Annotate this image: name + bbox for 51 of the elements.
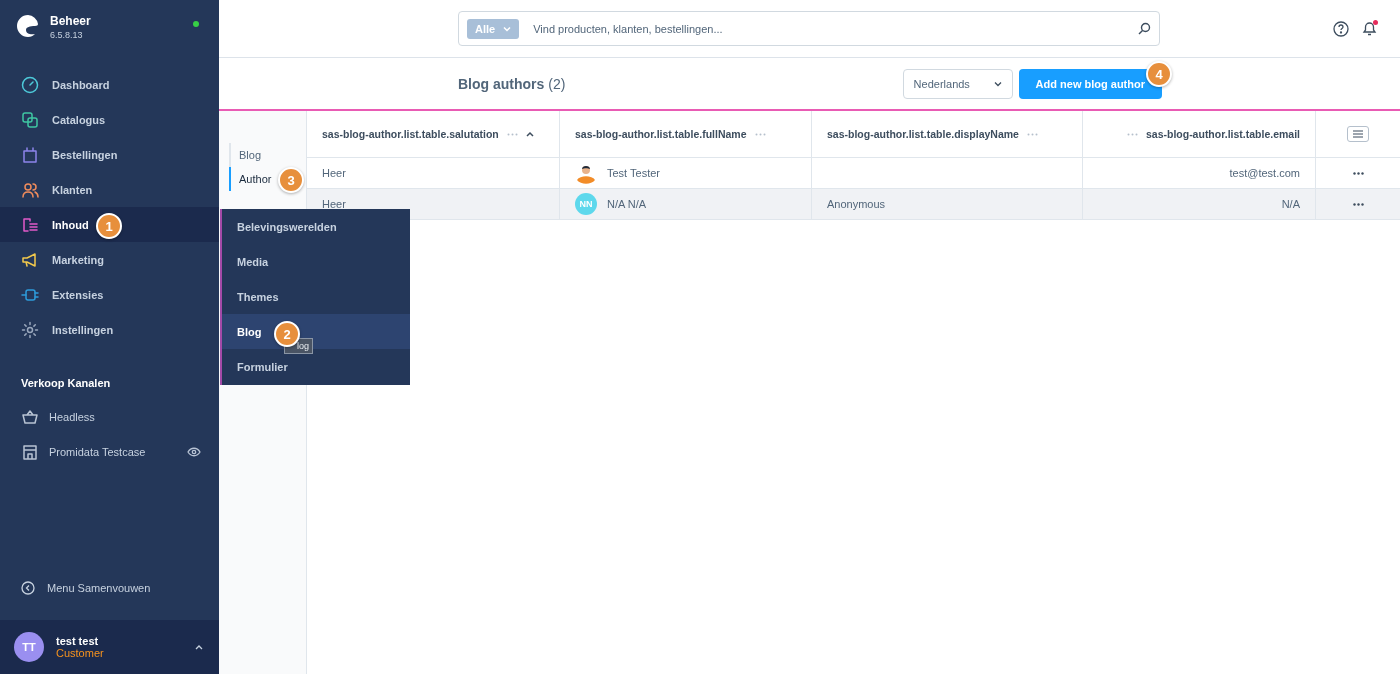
caret-icon (503, 25, 512, 32)
notification-bell-icon[interactable] (1361, 20, 1378, 37)
column-header[interactable]: sas-blog-author.list.table.displayName (812, 111, 1083, 158)
search-icon[interactable] (1138, 22, 1151, 35)
sidebar-item[interactable]: Klanten (0, 172, 219, 207)
column-header[interactable]: sas-blog-author.list.table.fullName (560, 111, 812, 158)
chevron-up-icon[interactable] (195, 644, 203, 650)
content-icon (21, 215, 39, 234)
more-options-icon[interactable] (1352, 202, 1364, 206)
step-badge: 4 (1146, 61, 1172, 87)
gauge-icon (21, 75, 39, 94)
sidebar-item[interactable]: Catalogus (0, 102, 219, 137)
section-title: Verkoop Kanalen (20, 376, 112, 391)
column-header[interactable]: sas-blog-author.list.table.salutation (307, 111, 560, 158)
sidebar-item[interactable]: Extensies (0, 277, 219, 312)
language-select[interactable]: Nederlands (902, 68, 1013, 99)
store-icon (21, 442, 39, 461)
author-name: N/A N/A (607, 198, 647, 210)
sales-channel-item[interactable]: Headless (0, 399, 219, 434)
table-cell: N/A (1083, 189, 1316, 220)
initials-avatar: NN (575, 193, 597, 215)
basket-icon (21, 407, 39, 426)
flyout-menu-item[interactable]: Themes (222, 279, 410, 314)
user-name: test test (56, 635, 100, 647)
sort-ascending-icon[interactable] (525, 131, 534, 137)
collapse-menu-button[interactable]: Menu Samenvouwen (0, 566, 219, 610)
sidebar-item[interactable]: Bestellingen (0, 137, 219, 172)
page-title: Blog authors (2) (458, 75, 566, 92)
column-header[interactable]: sas-blog-author.list.table.email (1083, 111, 1316, 158)
author-name: Test Tester (607, 167, 660, 179)
user-role: Customer (56, 647, 105, 659)
chevron-left-icon (21, 581, 35, 595)
flyout-menu-item[interactable]: Media (222, 244, 410, 279)
logo-icon (16, 14, 40, 38)
sidebar-item[interactable]: Marketing (0, 242, 219, 277)
sidebar-item[interactable]: Instellingen (0, 312, 219, 347)
sidebar-item[interactable]: Dashboard (0, 67, 219, 102)
caret-icon (993, 80, 1002, 87)
eye-icon[interactable] (187, 446, 201, 457)
bag-icon (21, 145, 39, 164)
copy-icon (21, 110, 39, 129)
megaphone-icon (21, 250, 39, 269)
more-options-icon[interactable] (1352, 171, 1364, 175)
app-title: Beheer (50, 14, 91, 28)
table-cell: Anonymous (812, 189, 1083, 220)
users-icon (21, 180, 39, 199)
user-avatar: TT (14, 632, 44, 662)
settings-icon (21, 320, 39, 339)
help-icon[interactable] (1333, 20, 1349, 37)
version-label: 6.5.8.13 (50, 30, 84, 40)
sales-channel-item[interactable]: Promidata Testcase (0, 434, 219, 469)
